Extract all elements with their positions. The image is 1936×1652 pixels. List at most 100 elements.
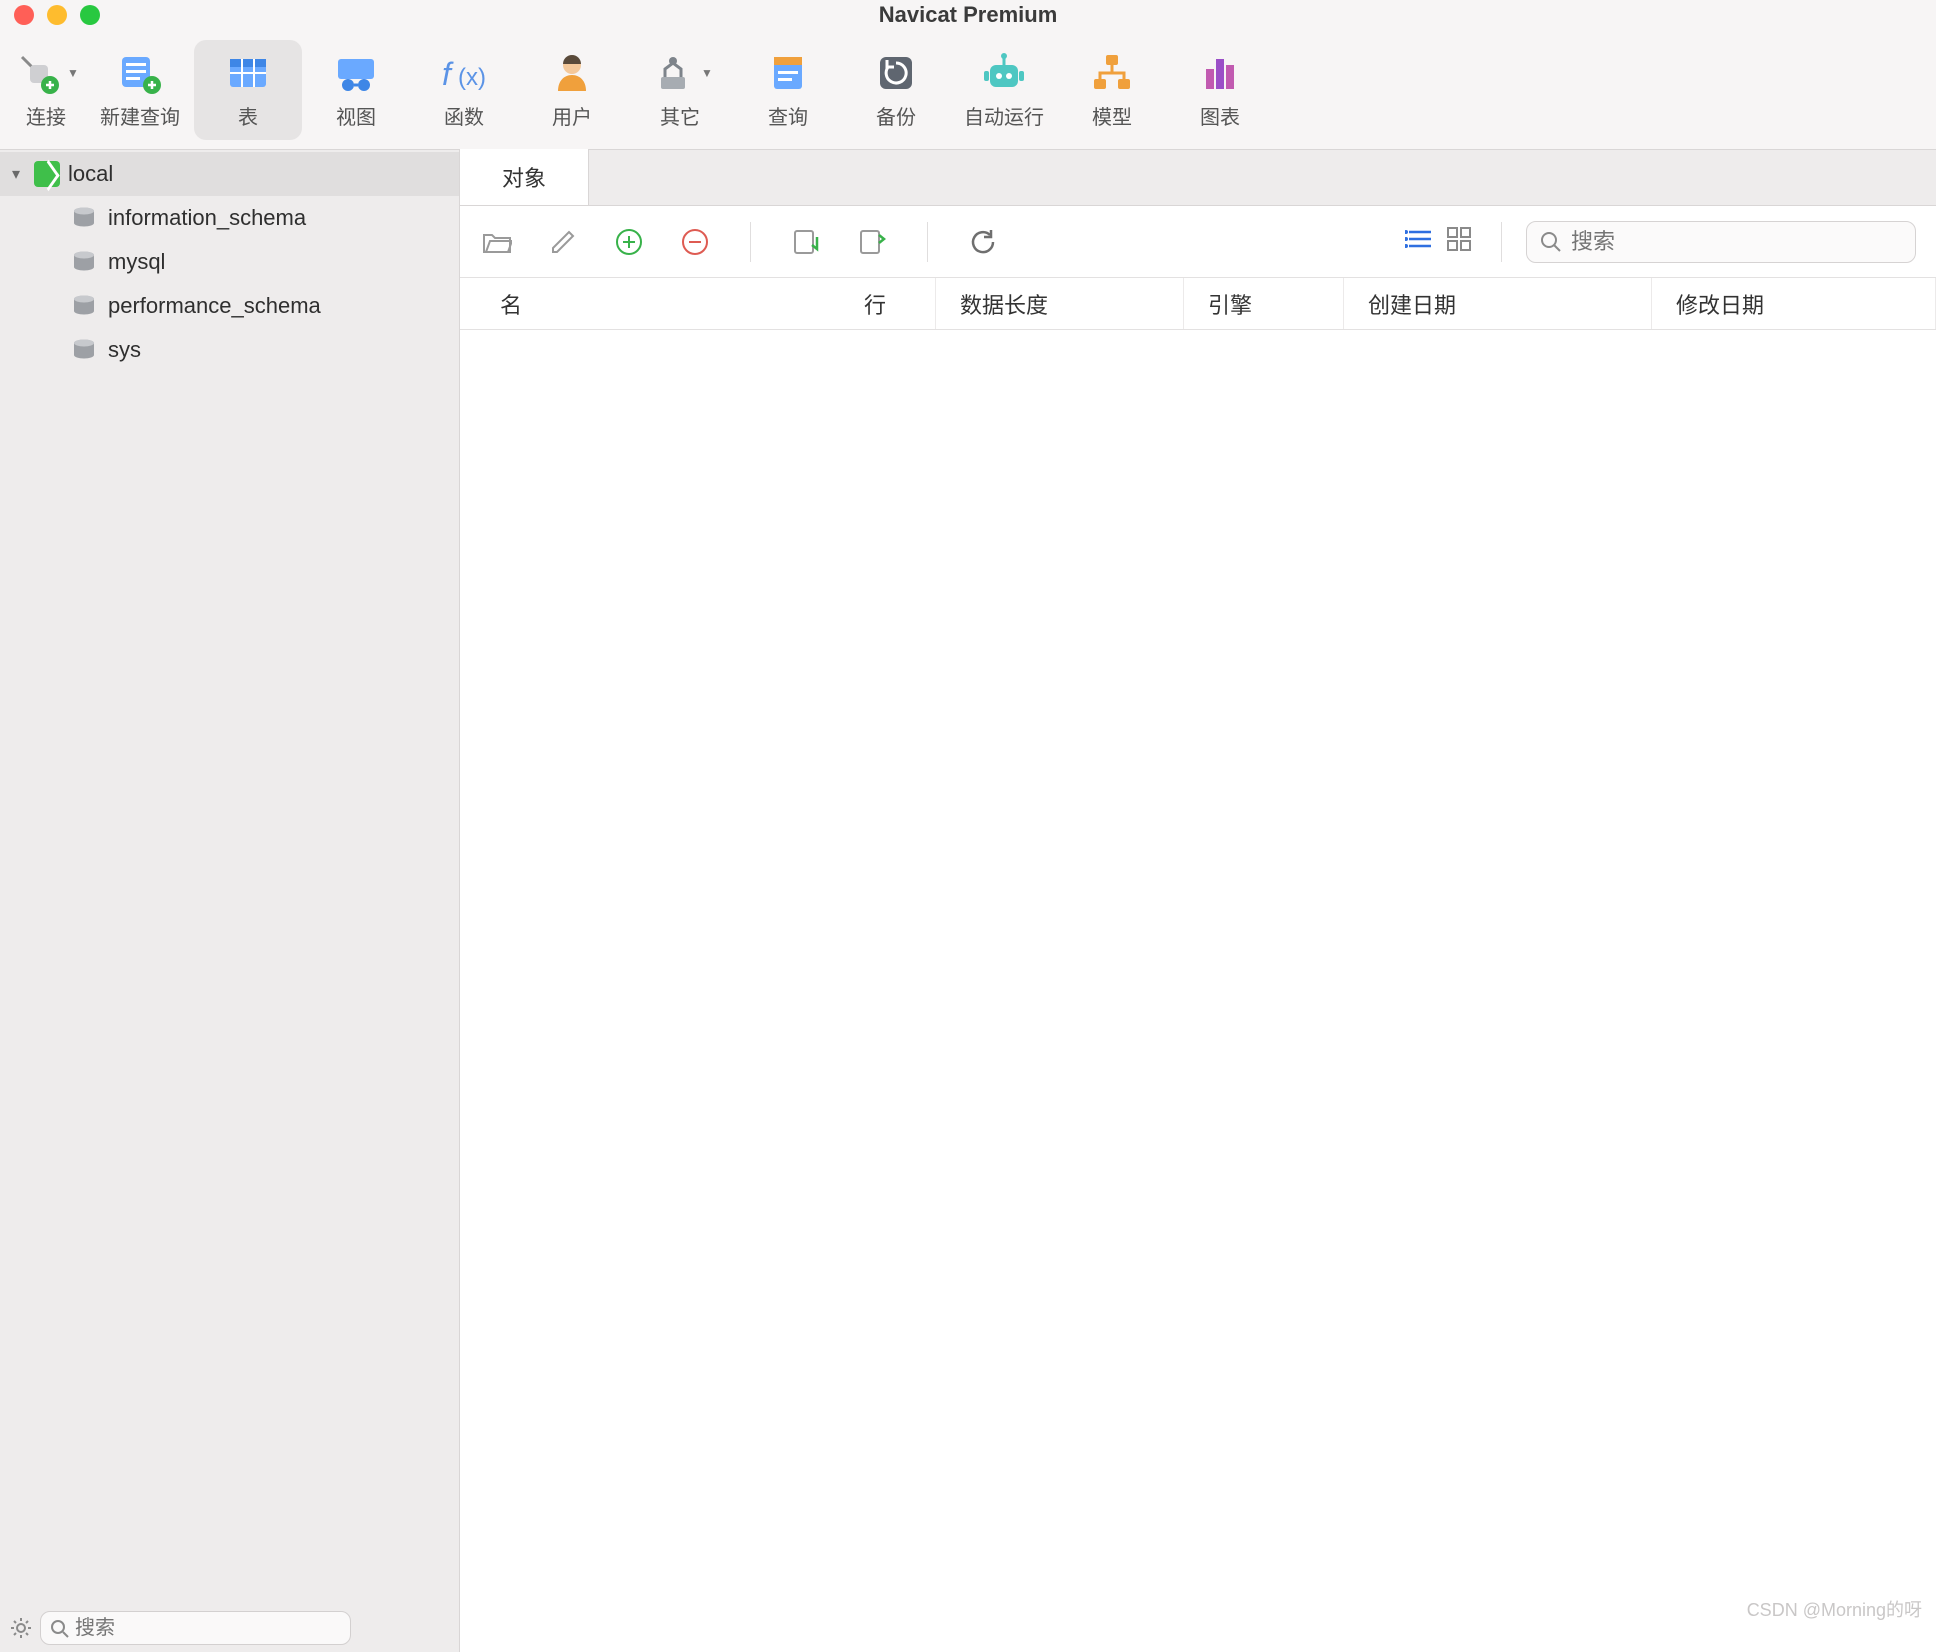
toolbar-table-button[interactable]: 表: [194, 40, 302, 140]
table-icon: [222, 49, 274, 97]
toolbar-label: 函数: [444, 101, 484, 130]
watermark: CSDN @Morning的呀: [1747, 1596, 1922, 1622]
function-icon: f(x): [438, 49, 490, 97]
database-icon: [72, 207, 96, 229]
toolbar-label: 视图: [336, 101, 376, 130]
connection-row[interactable]: ▾ local: [0, 152, 459, 196]
toolbar-label: 其它: [660, 101, 700, 130]
remove-icon[interactable]: [678, 225, 712, 259]
toolbar-label: 模型: [1092, 101, 1132, 130]
toolbar-chart-button[interactable]: 图表: [1166, 40, 1274, 140]
toolbar-label: 备份: [876, 101, 916, 130]
toolbar-label: 新建查询: [100, 101, 180, 130]
refresh-icon[interactable]: [966, 225, 1000, 259]
database-row[interactable]: performance_schema: [0, 284, 459, 328]
titlebar: Navicat Premium: [0, 0, 1936, 30]
toolbar-label: 自动运行: [964, 101, 1044, 130]
separator: [927, 222, 928, 262]
edit-icon[interactable]: [546, 225, 580, 259]
search-icon: [1540, 231, 1562, 253]
user-icon: [546, 49, 598, 97]
list-view-icon[interactable]: [1405, 227, 1435, 257]
chevron-down-icon[interactable]: ▾: [6, 164, 26, 184]
database-icon: [72, 295, 96, 317]
add-icon[interactable]: [612, 225, 646, 259]
col-name[interactable]: 名: [460, 278, 840, 329]
svg-text:(x): (x): [458, 64, 486, 91]
toolbar-label: 连接: [26, 101, 66, 130]
table-body-empty: [460, 330, 1936, 1652]
minimize-window-button[interactable]: [47, 5, 67, 25]
model-icon: [1086, 49, 1138, 97]
toolbar-new-query-button[interactable]: 新建查询: [86, 40, 194, 140]
app-window: Navicat Premium ▼ 连接 新建查询 表: [0, 0, 1936, 1652]
database-row[interactable]: sys: [0, 328, 459, 372]
chevron-down-icon: ▼: [67, 66, 79, 80]
database-row[interactable]: information_schema: [0, 196, 459, 240]
search-icon: [50, 1619, 70, 1639]
col-rows[interactable]: 行: [840, 278, 936, 329]
toolbar-autorun-button[interactable]: 自动运行: [950, 40, 1058, 140]
content-area: 对象: [460, 150, 1936, 1652]
toolbar-label: 用户: [552, 101, 592, 130]
chevron-down-icon: ▼: [701, 66, 713, 80]
toolbar-label: 图表: [1200, 101, 1240, 130]
open-icon[interactable]: [480, 225, 514, 259]
svg-text:f: f: [442, 56, 454, 92]
toolbar-other-button[interactable]: ▼ 其它: [626, 40, 734, 140]
view-mode-toggle: [1405, 227, 1477, 257]
toolbar-user-button[interactable]: 用户: [518, 40, 626, 140]
import-icon[interactable]: [789, 225, 823, 259]
plug-icon: [13, 49, 65, 97]
main-split: ▾ local information_schema mysql perform…: [0, 150, 1936, 1652]
main-toolbar: ▼ 连接 新建查询 表 视图 f(x) 函数: [0, 30, 1936, 150]
toolbar-function-button[interactable]: f(x) 函数: [410, 40, 518, 140]
tab-objects[interactable]: 对象: [460, 149, 589, 205]
tab-bar: 对象: [460, 150, 1936, 206]
database-name: mysql: [108, 249, 165, 275]
query-icon: [762, 49, 814, 97]
toolbar-label: 表: [238, 101, 258, 130]
other-icon: [647, 49, 699, 97]
col-create-date[interactable]: 创建日期: [1344, 278, 1652, 329]
database-icon: [72, 339, 96, 361]
close-window-button[interactable]: [14, 5, 34, 25]
window-controls: [0, 5, 100, 25]
chart-icon: [1194, 49, 1246, 97]
database-name: sys: [108, 337, 141, 363]
backup-icon: [870, 49, 922, 97]
database-name: performance_schema: [108, 293, 321, 319]
col-modify-date[interactable]: 修改日期: [1652, 278, 1936, 329]
object-search-input[interactable]: [1526, 221, 1916, 263]
col-engine[interactable]: 引擎: [1184, 278, 1344, 329]
connection-icon: [34, 161, 60, 187]
table-header: 名 行 数据长度 引擎 创建日期 修改日期: [460, 278, 1936, 330]
col-data-length[interactable]: 数据长度: [936, 278, 1184, 329]
settings-icon[interactable]: [10, 1617, 34, 1639]
connection-tree: ▾ local information_schema mysql perform…: [0, 150, 459, 1604]
toolbar-label: 查询: [768, 101, 808, 130]
toolbar-backup-button[interactable]: 备份: [842, 40, 950, 140]
tab-label: 对象: [502, 161, 546, 193]
separator: [1501, 222, 1502, 262]
object-search: [1526, 221, 1916, 263]
view-icon: [330, 49, 382, 97]
toolbar-query-button[interactable]: 查询: [734, 40, 842, 140]
object-toolbar: [460, 206, 1936, 278]
toolbar-view-button[interactable]: 视图: [302, 40, 410, 140]
sidebar: ▾ local information_schema mysql perform…: [0, 150, 460, 1652]
grid-view-icon[interactable]: [1447, 227, 1477, 257]
toolbar-connection-button[interactable]: ▼ 连接: [6, 40, 86, 140]
zoom-window-button[interactable]: [80, 5, 100, 25]
robot-icon: [978, 49, 1030, 97]
newquery-icon: [114, 49, 166, 97]
separator: [750, 222, 751, 262]
database-icon: [72, 251, 96, 273]
connection-name: local: [68, 161, 113, 187]
toolbar-model-button[interactable]: 模型: [1058, 40, 1166, 140]
sidebar-search-input[interactable]: [40, 1611, 351, 1645]
database-row[interactable]: mysql: [0, 240, 459, 284]
database-name: information_schema: [108, 205, 306, 231]
export-icon[interactable]: [855, 225, 889, 259]
app-title: Navicat Premium: [879, 2, 1058, 28]
